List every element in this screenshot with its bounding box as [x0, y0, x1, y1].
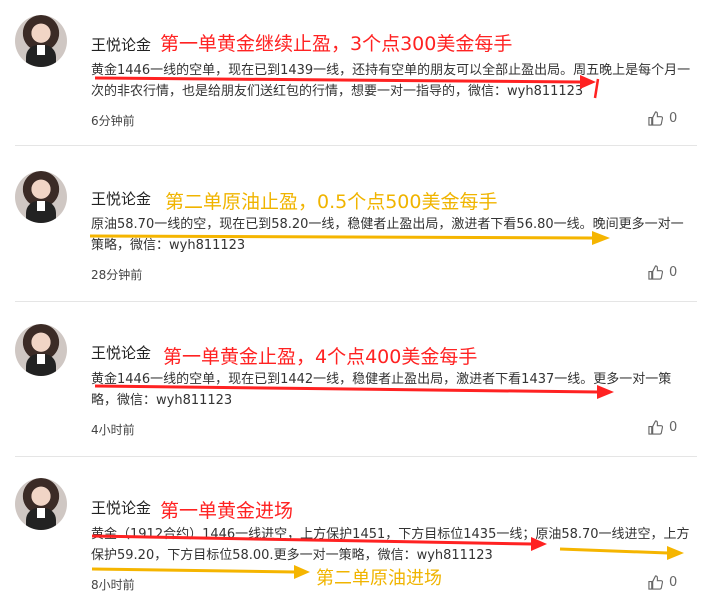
post-headline: 第一单黄金止盈，4个点400美金每手 [163, 346, 478, 368]
like-count: 0 [669, 420, 678, 435]
avatar[interactable] [15, 478, 67, 530]
author-name[interactable]: 王悦论金 [91, 188, 151, 209]
like-count: 0 [669, 575, 678, 590]
post-text: 原油58.70一线的空，现在已到58.20一线，稳健者止盈出局，激进者下看56.… [91, 217, 684, 253]
post-headline: 第一单黄金进场 [160, 500, 294, 522]
author-name[interactable]: 王悦论金 [91, 497, 151, 518]
post-headline: 第二单原油止盈，0.5个点500美金每手 [165, 191, 498, 213]
thumbs-up-icon [648, 575, 664, 590]
post-time: 8小时前 [91, 578, 135, 592]
post-text: 黄金1446一线的空单，现在已到1442一线，稳健者止盈出局，激进者下看1437… [91, 372, 672, 408]
post-time: 4小时前 [91, 423, 135, 437]
post-time: 28分钟前 [91, 268, 143, 282]
avatar[interactable] [15, 171, 67, 223]
author-name[interactable]: 王悦论金 [91, 342, 151, 363]
thumbs-up-icon [648, 420, 664, 435]
post-item: 王悦论金 第一单黄金进场 黄金（1912合约）1446一线进空，上方保护1451… [0, 0, 703, 592]
like-button[interactable]: 0 [648, 420, 677, 435]
divider [15, 456, 697, 457]
post-text: 黄金（1912合约）1446一线进空，上方保护1451，下方目标位1435一线；… [91, 527, 690, 563]
annotation-label: 第二单原油进场 [316, 568, 442, 589]
like-count: 0 [669, 265, 678, 280]
thumbs-up-icon [648, 265, 664, 280]
divider [15, 301, 697, 302]
like-button[interactable]: 0 [648, 575, 677, 590]
avatar[interactable] [15, 324, 67, 376]
like-button[interactable]: 0 [648, 265, 677, 280]
